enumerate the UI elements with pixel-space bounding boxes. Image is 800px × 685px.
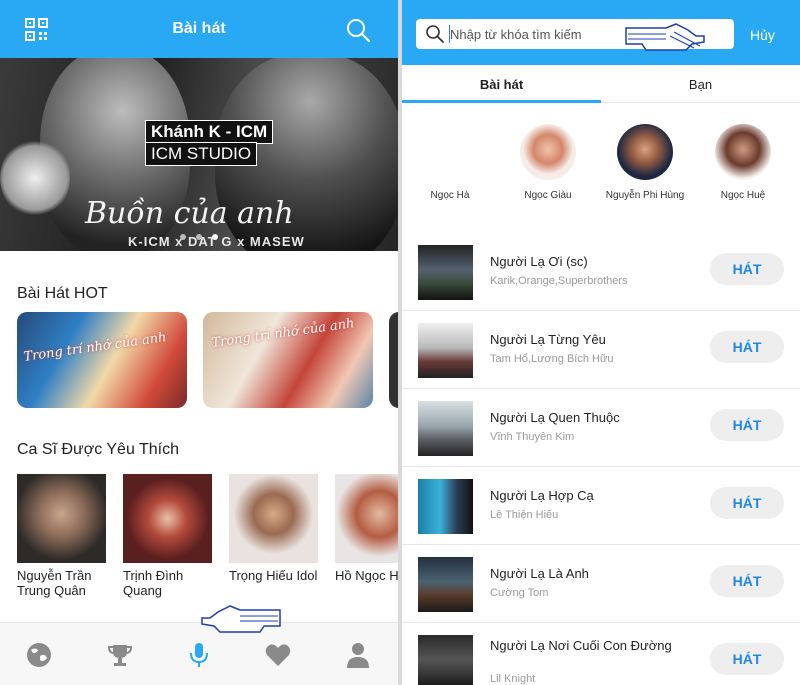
song-title: Người Lạ Nơi Cuối Con Đường xyxy=(490,638,672,653)
hot-song-card-text: Trong trí nhớ của anh xyxy=(22,330,168,365)
featured-banner[interactable]: Khánh K - ICM ICM STUDIO Buồn của anh K-… xyxy=(0,58,398,251)
song-artist: Cường Tom xyxy=(490,587,549,599)
song-thumbnail xyxy=(418,557,473,612)
singer-name: Trịnh Đình Quang xyxy=(123,568,184,598)
artist-avatar xyxy=(715,124,771,180)
song-thumbnail xyxy=(418,245,473,300)
singer-name: Trọng Hiếu Idol xyxy=(229,568,318,583)
pointing-hand-annotation xyxy=(625,23,705,51)
singer-card[interactable]: Hồ Ngọc Hà xyxy=(335,474,398,583)
song-row[interactable]: Người Lạ Từng Yêu Tam Hổ,Lương Bích Hữu … xyxy=(402,311,800,389)
pointing-hand-annotation xyxy=(201,605,281,633)
sing-button[interactable]: HÁT xyxy=(710,253,784,285)
world-icon[interactable] xyxy=(25,641,53,669)
banner-tag-artist: Khánh K - ICM xyxy=(145,120,274,144)
search-header: Hủy xyxy=(402,0,800,65)
artist-item[interactable]: Nguyễn Phi Hùng xyxy=(605,124,685,201)
tab-friends[interactable]: Bạn xyxy=(601,77,800,92)
sing-button[interactable]: HÁT xyxy=(710,565,784,597)
singer-photo xyxy=(123,474,212,563)
song-artist: Lil Knight xyxy=(490,673,536,685)
hot-song-card[interactable]: Trong trí nhớ của anh xyxy=(203,312,373,408)
song-artist: Tam Hổ,Lương Bích Hữu xyxy=(490,353,614,365)
sing-button[interactable]: HÁT xyxy=(710,643,784,675)
song-artist: Vĩnh Thuyên Kim xyxy=(490,431,575,443)
artist-avatar xyxy=(422,124,478,180)
bottom-navigation xyxy=(0,622,398,685)
hot-songs-heading: Bài Hát HOT xyxy=(17,285,108,302)
song-row[interactable]: Người Lạ Là Anh Cường Tom HÁT xyxy=(402,545,800,623)
pagination-dot[interactable] xyxy=(180,234,186,240)
hot-song-card-text: Trong trí nhớ của anh xyxy=(210,316,356,351)
active-tab-indicator xyxy=(402,100,601,103)
song-row[interactable]: Người Lạ Nơi Cuối Con Đường Lil Knight H… xyxy=(402,623,800,685)
song-artist: Lê Thiện Hiếu xyxy=(490,509,559,521)
singer-photo xyxy=(17,474,106,563)
singer-card[interactable]: Nguyễn Trần Trung Quân xyxy=(17,474,106,598)
song-thumbnail xyxy=(418,479,473,534)
artist-avatar xyxy=(617,124,673,180)
artist-item[interactable]: Ngọc Giàu xyxy=(508,124,588,201)
banner-flower-image xyxy=(0,138,70,218)
song-thumbnail xyxy=(418,635,473,685)
heart-icon[interactable] xyxy=(264,641,292,669)
microphone-icon[interactable] xyxy=(185,641,213,669)
page-title: Bài hát xyxy=(172,20,226,37)
search-icon xyxy=(426,25,444,43)
artist-avatar xyxy=(520,124,576,180)
person-icon[interactable] xyxy=(344,641,372,669)
hot-song-card[interactable]: Trong trí nhớ của anh xyxy=(17,312,187,408)
song-row[interactable]: Người Lạ Hợp Cạ Lê Thiện Hiếu HÁT xyxy=(402,467,800,545)
search-icon[interactable] xyxy=(346,18,370,42)
artist-item[interactable]: Ngọc Hà xyxy=(410,124,490,201)
artist-name: Ngọc Hà xyxy=(430,190,470,201)
hot-song-card-partial[interactable] xyxy=(389,312,398,408)
banner-tag-studio: ICM STUDIO xyxy=(145,142,258,166)
song-row[interactable]: Người Lạ Ơi (sc) Karik,Orange,Superbroth… xyxy=(402,233,800,311)
song-title: Người Lạ Từng Yêu xyxy=(490,332,606,347)
banner-pagination xyxy=(180,234,218,240)
song-title: Người Lạ Ơi (sc) xyxy=(490,254,588,269)
singer-photo xyxy=(229,474,318,563)
trophy-icon[interactable] xyxy=(106,641,134,669)
artist-item[interactable]: Ngọc Huệ xyxy=(703,124,783,201)
cancel-button[interactable]: Hủy xyxy=(750,27,775,43)
artist-name: Ngọc Huệ xyxy=(720,190,766,201)
artist-name: Ngọc Giàu xyxy=(524,190,572,201)
song-thumbnail xyxy=(418,401,473,456)
song-thumbnail xyxy=(418,323,473,378)
sing-button[interactable]: HÁT xyxy=(710,331,784,363)
pagination-dot[interactable] xyxy=(196,234,202,240)
song-title: Người Lạ Là Anh xyxy=(490,566,589,581)
sing-button[interactable]: HÁT xyxy=(710,487,784,519)
singer-photo xyxy=(335,474,398,563)
artist-name: Nguyễn Phi Hùng xyxy=(605,190,685,201)
tab-songs[interactable]: Bài hát xyxy=(402,77,601,92)
singer-name: Nguyễn Trần Trung Quân xyxy=(17,568,92,598)
sing-button[interactable]: HÁT xyxy=(710,409,784,441)
singer-card[interactable]: Trọng Hiếu Idol xyxy=(229,474,318,583)
search-tabs: Bài hát Bạn xyxy=(402,65,800,103)
search-screen: Hủy Bài hát Bạn Ngọc Hà Ngọc Giàu Nguyễn… xyxy=(402,0,800,685)
singer-card[interactable]: Trịnh Đình Quang xyxy=(123,474,212,598)
song-title: Người Lạ Quen Thuộc xyxy=(490,410,620,425)
song-row[interactable]: Người Lạ Quen Thuộc Vĩnh Thuyên Kim HÁT xyxy=(402,389,800,467)
song-artist: Karik,Orange,Superbrothers xyxy=(490,275,628,287)
home-screen: Bài hát Khánh K - ICM ICM STUDIO Buồn củ… xyxy=(0,0,398,685)
song-title: Người Lạ Hợp Cạ xyxy=(490,488,594,503)
favorite-singers-heading: Ca Sĩ Được Yêu Thích xyxy=(17,441,180,458)
singer-name: Hồ Ngọc Hà xyxy=(335,568,398,583)
pagination-dot-active[interactable] xyxy=(212,234,218,240)
home-header: Bài hát xyxy=(0,0,398,58)
banner-song-title: Buồn của anh xyxy=(85,196,294,231)
